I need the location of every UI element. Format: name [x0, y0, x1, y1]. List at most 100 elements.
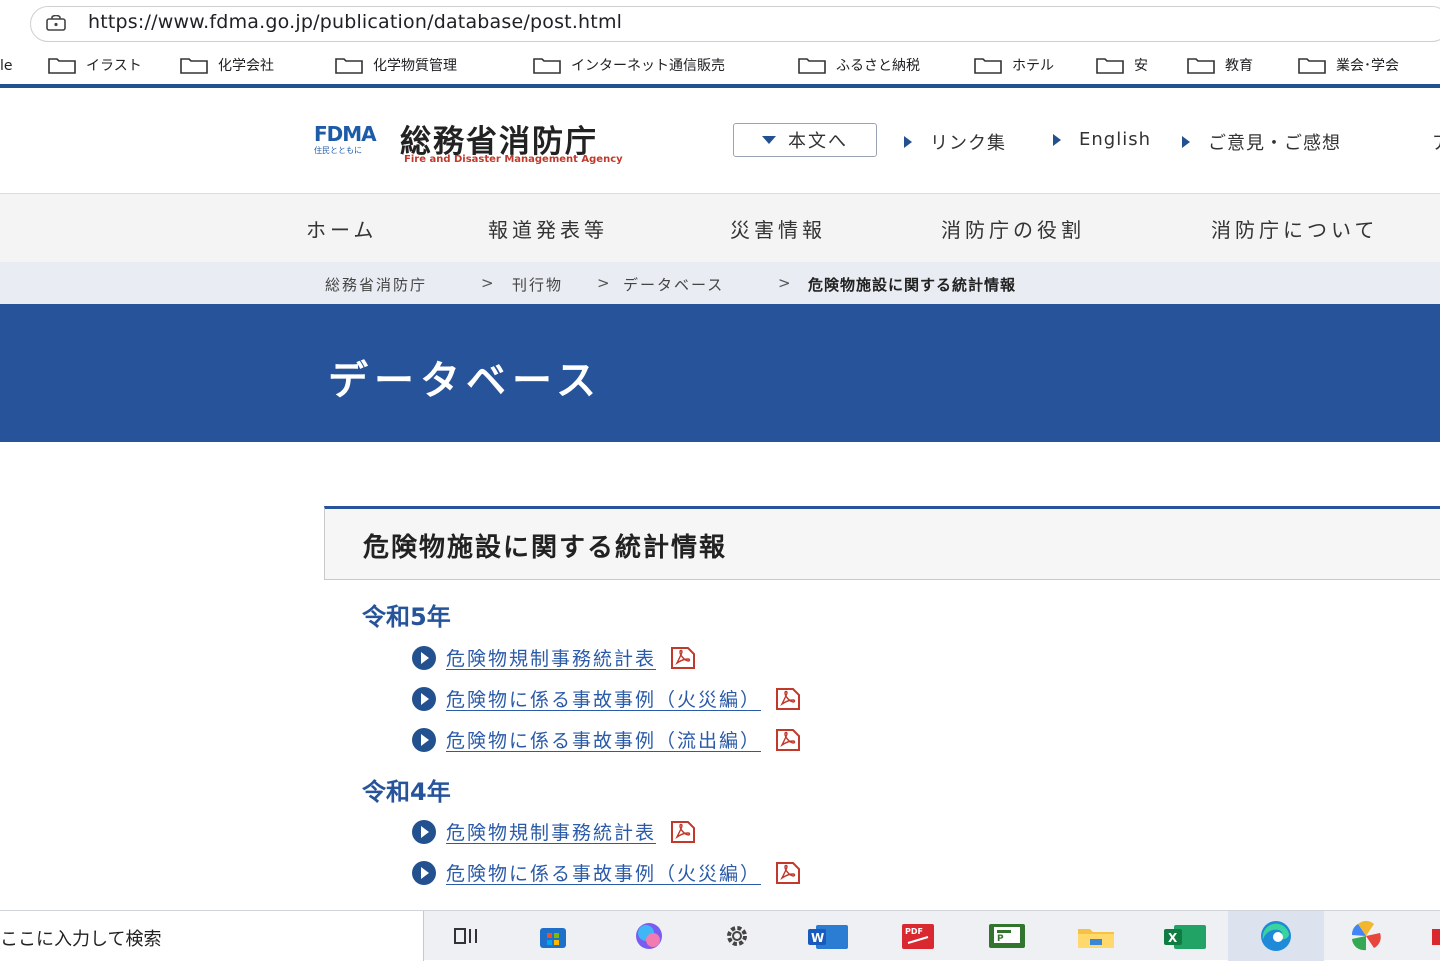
triangle-right-icon: [904, 136, 912, 148]
folder-icon: [798, 58, 826, 74]
logo-english-name: Fire and Disaster Management Agency: [404, 154, 623, 165]
pdf-icon: [776, 728, 801, 751]
excel-icon[interactable]: X: [1162, 921, 1208, 951]
store-icon[interactable]: [538, 921, 568, 951]
folder-icon: [1096, 58, 1124, 74]
section-heading-box: 危険物施設に関する統計情報: [324, 506, 1440, 580]
browser-address-bar: https://www.fdma.go.jp/publication/datab…: [0, 0, 1440, 44]
bookmark-label: ふるさと納税: [836, 58, 920, 74]
app-icon-cut[interactable]: [1428, 921, 1440, 951]
folder-icon: [1187, 58, 1215, 74]
bookmark-folder-industry[interactable]: 業会･学会: [1298, 54, 1399, 76]
svg-text:PDF: PDF: [905, 927, 923, 936]
copilot-icon[interactable]: [634, 921, 664, 951]
windows-taskbar: ここに入力して検索 W PDF P X: [0, 910, 1440, 961]
settings-icon[interactable]: [722, 921, 752, 951]
edge-icon[interactable]: [1254, 919, 1298, 953]
pdf-icon: [776, 687, 801, 710]
site-header: FDMA 住民とともに 総務省消防庁 Fire and Disaster Man…: [0, 88, 1440, 194]
nav-about[interactable]: 消防庁について: [1211, 214, 1378, 243]
section-title: 危険物施設に関する統計情報: [363, 533, 728, 563]
doc-link-text[interactable]: 危険物規制事務統計表: [446, 644, 656, 671]
breadcrumb-separator: >: [481, 274, 494, 292]
header-link-label: English: [1079, 129, 1151, 150]
doc-link-r5-stats[interactable]: 危険物規制事務統計表: [412, 644, 696, 671]
file-explorer-icon[interactable]: [1076, 921, 1116, 951]
bullet-arrow-icon: [412, 727, 436, 752]
breadcrumb-publications[interactable]: 刊行物: [512, 274, 563, 295]
fdma-logo[interactable]: FDMA 住民とともに 総務省消防庁 Fire and Disaster Man…: [314, 116, 694, 166]
bookmark-folder-chem-company[interactable]: 化学会社: [180, 54, 274, 76]
bookmark-label: インターネット通信販売: [571, 58, 725, 74]
breadcrumb-separator: >: [778, 274, 791, 292]
folder-icon: [974, 58, 1002, 74]
bookmark-label: 化学物質管理: [373, 58, 457, 74]
header-link-cut[interactable]: ア: [1432, 129, 1440, 155]
site-info-icon[interactable]: [46, 15, 66, 31]
triangle-down-icon: [762, 136, 776, 144]
bookmark-folder-an[interactable]: 安: [1096, 54, 1148, 76]
bookmark-folder-online-shopping[interactable]: インターネット通信販売: [533, 54, 725, 76]
nav-press-releases[interactable]: 報道発表等: [488, 214, 608, 243]
pdf-icon: [671, 820, 696, 843]
bookmark-folder-illust[interactable]: イラスト: [48, 54, 142, 76]
folder-icon: [335, 58, 363, 74]
page-title: データベース: [328, 358, 602, 404]
folder-icon: [180, 58, 208, 74]
triangle-right-icon: [1182, 136, 1190, 148]
header-link-feedback[interactable]: ご意見・ご感想: [1182, 129, 1341, 155]
svg-text:P: P: [997, 934, 1004, 944]
header-link-label: リンク集: [930, 133, 1006, 154]
doc-link-text[interactable]: 危険物に係る事故事例（流出編）: [446, 726, 761, 753]
bookmarks-bar: le イラスト 化学会社 化学物質管理 インターネット通信販売 ふるさと納税 ホ…: [0, 48, 1440, 80]
word-icon[interactable]: W: [806, 921, 850, 951]
year-heading-r4: 令和4年: [362, 778, 451, 806]
breadcrumb: 総務省消防庁 > 刊行物 > データベース > 危険物施設に関する統計情報: [0, 262, 1440, 304]
bookmark-folder-furusato[interactable]: ふるさと納税: [798, 54, 920, 76]
doc-link-r5-fire[interactable]: 危険物に係る事故事例（火災編）: [412, 685, 801, 712]
skip-to-content-button[interactable]: 本文へ: [733, 123, 877, 157]
svg-text:X: X: [1168, 931, 1178, 945]
doc-link-r5-spill[interactable]: 危険物に係る事故事例（流出編）: [412, 726, 801, 753]
header-link-label: ご意見・ご感想: [1208, 133, 1341, 154]
doc-link-text[interactable]: 危険物に係る事故事例（火災編）: [446, 859, 761, 886]
doc-link-r4-fire[interactable]: 危険物に係る事故事例（火災編）: [412, 859, 801, 886]
breadcrumb-database[interactable]: データベース: [623, 274, 724, 295]
taskbar-search-text: ここに入力して検索: [0, 929, 162, 950]
page-title-band: データベース: [0, 304, 1440, 442]
bookmark-label: ホテル: [1012, 58, 1054, 74]
bookmark-cut-label[interactable]: le: [0, 58, 13, 74]
breadcrumb-home[interactable]: 総務省消防庁: [325, 274, 427, 295]
header-link-english[interactable]: English: [1053, 129, 1151, 150]
header-link-links[interactable]: リンク集: [904, 129, 1006, 155]
logo-fdma-mark: FDMA: [314, 122, 377, 146]
url-text[interactable]: https://www.fdma.go.jp/publication/datab…: [88, 11, 622, 33]
year-heading-r5: 令和5年: [362, 603, 451, 631]
doc-link-r4-stats[interactable]: 危険物規制事務統計表: [412, 818, 696, 845]
nav-role[interactable]: 消防庁の役割: [941, 214, 1085, 243]
bookmark-folder-chem-management[interactable]: 化学物質管理: [335, 54, 457, 76]
doc-link-text[interactable]: 危険物規制事務統計表: [446, 818, 656, 845]
nav-home[interactable]: ホーム: [306, 214, 377, 243]
bullet-arrow-icon: [412, 686, 436, 711]
breadcrumb-separator: >: [597, 274, 610, 292]
pdf-app-icon[interactable]: PDF: [900, 921, 936, 951]
skip-to-content-label: 本文へ: [788, 131, 848, 152]
pdf-icon: [671, 646, 696, 669]
taskbar-search-box[interactable]: ここに入力して検索: [0, 911, 424, 961]
task-view-icon[interactable]: [452, 921, 482, 951]
photos-icon[interactable]: [1346, 921, 1386, 951]
folder-icon: [1298, 58, 1326, 74]
doc-link-text[interactable]: 危険物に係る事故事例（火災編）: [446, 685, 761, 712]
project-icon[interactable]: P: [985, 921, 1029, 951]
bookmark-label: 業会･学会: [1336, 58, 1399, 74]
bookmark-label: 化学会社: [218, 58, 274, 74]
nav-disaster-info[interactable]: 災害情報: [730, 214, 826, 243]
breadcrumb-current: 危険物施設に関する統計情報: [808, 276, 1017, 294]
bullet-arrow-icon: [412, 860, 436, 885]
bookmark-label: 教育: [1225, 58, 1253, 74]
triangle-right-icon: [1053, 133, 1061, 146]
folder-icon: [533, 58, 561, 74]
bookmark-folder-hotel[interactable]: ホテル: [974, 54, 1054, 76]
bookmark-folder-education[interactable]: 教育: [1187, 54, 1253, 76]
